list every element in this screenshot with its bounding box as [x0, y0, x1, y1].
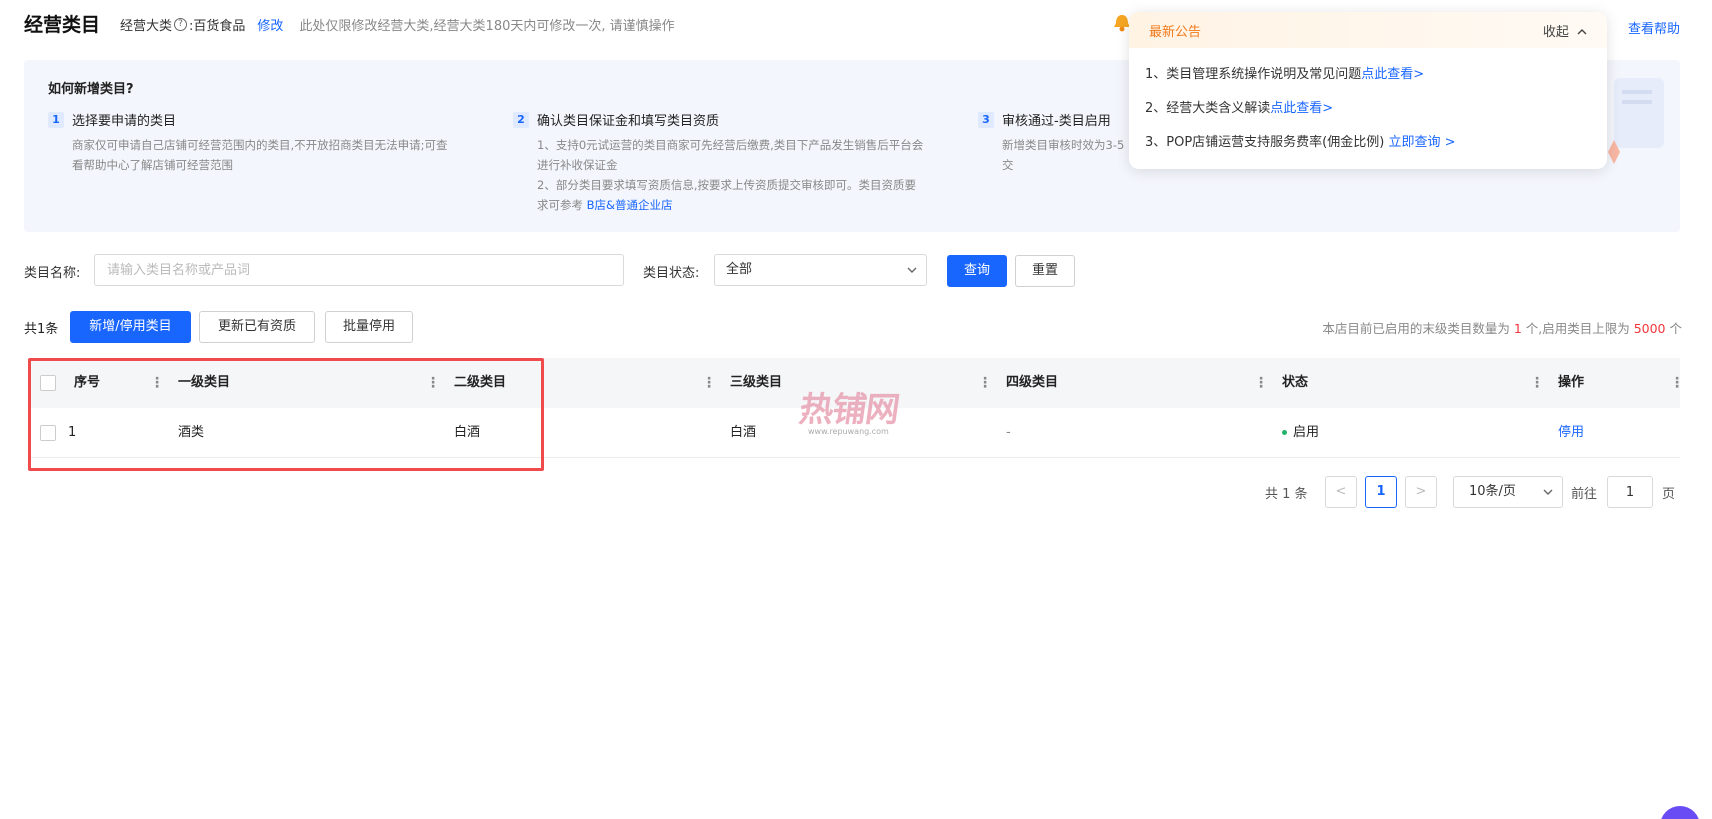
announcement-link[interactable]: 立即查询 >	[1388, 135, 1455, 150]
header-level1: 一级类目	[178, 375, 231, 390]
page-title: 经营类目	[24, 14, 101, 36]
announcement-item: 2、经营大类含义解读点此查看>	[1145, 92, 1607, 126]
watermark-text: 热铺网	[796, 390, 902, 430]
step-title: 审核通过-类目启用	[1002, 114, 1111, 129]
column-menu-icon[interactable]: ⋮	[426, 358, 440, 408]
page-size-value: 10条/页	[1469, 484, 1516, 499]
header-level4: 四级类目	[1006, 375, 1059, 390]
announcement-title: 最新公告	[1149, 24, 1202, 40]
prev-page-button[interactable]: <	[1325, 476, 1357, 508]
edit-major-link[interactable]: 修改	[257, 15, 283, 34]
major-category-value: :百货食品	[189, 19, 246, 34]
step-line: 看帮助中心了解店铺可经营范围	[72, 158, 233, 172]
total-count: 共1条	[24, 322, 59, 337]
category-status-label: 类目状态:	[643, 266, 700, 281]
column-menu-icon[interactable]: ⋮	[150, 358, 164, 408]
count-note-text: 个	[1665, 321, 1682, 336]
cell-status: 启用	[1282, 408, 1319, 458]
column-menu-icon[interactable]: ⋮	[1530, 358, 1544, 408]
floating-assistant-button[interactable]	[1660, 806, 1700, 819]
announcement-item: 3、POP店铺运营支持服务费率(佣金比例) 立即查询 >	[1145, 126, 1607, 160]
header-action: 操作	[1558, 375, 1585, 390]
collapse-button[interactable]: 收起	[1543, 21, 1587, 40]
cell-level2: 白酒	[454, 425, 481, 440]
column-menu-icon[interactable]: ⋮	[702, 358, 716, 408]
goto-label: 前往	[1571, 487, 1598, 502]
announcement-popup: 最新公告 收起 1、类目管理系统操作说明及常见问题点此查看> 2、经营大类含义解…	[1129, 12, 1607, 169]
announcement-link[interactable]: 点此查看>	[1270, 101, 1333, 116]
announcement-header: 最新公告 收起	[1129, 12, 1607, 48]
column-menu-icon[interactable]: ⋮	[1670, 358, 1684, 408]
step-title: 选择要申请的类目	[72, 114, 177, 129]
announcement-text: 2、经营大类含义解读	[1145, 101, 1271, 116]
status-dot-icon	[1282, 430, 1287, 435]
next-page-button[interactable]: >	[1405, 476, 1437, 508]
row-checkbox[interactable]	[40, 425, 56, 441]
step-line-text: 求可参考	[537, 198, 587, 212]
update-qualification-button[interactable]: 更新已有资质	[199, 311, 315, 343]
pagination-total: 共 1 条	[1265, 487, 1308, 502]
status-text: 启用	[1293, 425, 1320, 440]
announcement-item: 1、类目管理系统操作说明及常见问题点此查看>	[1145, 58, 1607, 92]
major-category-label: 经营大类	[120, 19, 173, 34]
step-title: 确认类目保证金和填写类目资质	[537, 114, 720, 129]
step-line: 2、部分类目要求填写资质信息,按要求上传资质提交审核即可。类目资质要	[537, 178, 916, 192]
query-button[interactable]: 查询	[947, 255, 1007, 287]
batch-disable-button[interactable]: 批量停用	[325, 311, 413, 343]
watermark-logo: 热铺网 www.repuwang.com	[797, 382, 910, 442]
step-number-icon: 1	[48, 111, 64, 128]
guide-step-2: 2 确认类目保证金和填写类目资质 1、支持0元试运营的类目商家可先经营后缴费,类…	[513, 110, 943, 215]
category-name-input[interactable]	[94, 254, 624, 286]
page-unit-label: 页	[1662, 487, 1676, 502]
cell-level1: 酒类	[178, 425, 205, 440]
collapse-label: 收起	[1542, 24, 1569, 40]
status-select-value: 全部	[726, 262, 753, 277]
cell-level3: 白酒	[730, 425, 757, 440]
chevron-down-icon	[907, 267, 917, 273]
step-description: 1、支持0元试运营的类目商家可先经营后缴费,类目下产品发生销售后平台会 进行补收…	[537, 135, 943, 215]
major-category-line: 经营大类 ? :百货食品 修改 此处仅限修改经营大类,经营大类180天内可修改一…	[120, 15, 675, 34]
view-help-link[interactable]: 查看帮助	[1628, 18, 1680, 37]
step-line: 商家仅可申请自己店铺可经营范围内的类目,不开放招商类目无法申请;可查	[72, 138, 448, 152]
chevron-down-icon	[1543, 489, 1553, 495]
count-note-text: 本店目前已启用的末级类目数量为	[1322, 321, 1514, 336]
store-type-link[interactable]: B店&普通企业店	[587, 198, 673, 212]
category-limit: 5000	[1633, 321, 1666, 336]
guide-step-1: 1 选择要申请的类目 商家仅可申请自己店铺可经营范围内的类目,不开放招商类目无法…	[48, 110, 478, 175]
illustration-icon	[1608, 78, 1664, 164]
header-level3: 三级类目	[730, 375, 783, 390]
help-question-icon[interactable]: ?	[174, 18, 188, 31]
step-line: 求可参考 B店&普通企业店	[537, 195, 943, 215]
enabled-count: 1	[1513, 321, 1522, 336]
select-all-checkbox[interactable]	[40, 375, 56, 391]
announcement-text: 1、类目管理系统操作说明及常见问题	[1145, 67, 1362, 82]
header-level2: 二级类目	[454, 375, 507, 390]
add-disable-category-button[interactable]: 新增/停用类目	[70, 311, 191, 343]
cell-index: 1	[68, 425, 77, 440]
column-menu-icon[interactable]: ⋮	[978, 358, 992, 408]
chevron-up-icon	[1577, 28, 1587, 34]
category-name-label: 类目名称:	[24, 266, 81, 281]
disable-action-link[interactable]: 停用	[1558, 408, 1584, 458]
count-note-text: 个,启用类目上限为	[1521, 321, 1634, 336]
page-size-select[interactable]: 10条/页	[1453, 476, 1563, 508]
page-1-button[interactable]: 1	[1365, 476, 1397, 508]
announcement-text: 3、POP店铺运营支持服务费率(佣金比例)	[1145, 135, 1385, 150]
enabled-count-note: 本店目前已启用的末级类目数量为 1 个,启用类目上限为 5000 个	[1322, 318, 1682, 337]
reset-button[interactable]: 重置	[1015, 255, 1075, 287]
column-menu-icon[interactable]: ⋮	[1254, 358, 1268, 408]
step-number-icon: 3	[978, 111, 994, 128]
cell-level4: -	[1006, 425, 1011, 440]
step-line: 进行补收保证金	[537, 158, 618, 172]
goto-page-input[interactable]	[1607, 476, 1653, 508]
step-number-icon: 2	[513, 111, 529, 128]
header-index: 序号	[74, 375, 101, 390]
step-line: 1、支持0元试运营的类目商家可先经营后缴费,类目下产品发生销售后平台会	[537, 138, 924, 152]
step-description: 商家仅可申请自己店铺可经营范围内的类目,不开放招商类目无法申请;可查 看帮助中心…	[72, 135, 478, 175]
category-status-select[interactable]: 全部	[714, 254, 927, 286]
major-category-note: 此处仅限修改经营大类,经营大类180天内可修改一次, 请谨慎操作	[299, 19, 675, 34]
guide-title: 如何新增类目?	[48, 82, 134, 97]
header-status: 状态	[1282, 375, 1309, 390]
announcement-link[interactable]: 点此查看>	[1361, 67, 1424, 82]
